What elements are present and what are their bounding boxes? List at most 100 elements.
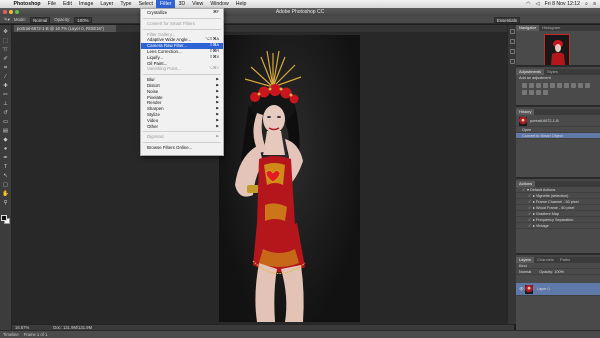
adjustments-panel: Adjustments Styles Add an adjustment (516, 69, 600, 107)
menu-item-label: Browse Filters Online... (147, 145, 193, 151)
foreground-color-swatch[interactable] (1, 215, 7, 221)
shape-tool-icon[interactable]: ▢ (2, 182, 10, 188)
menu-window[interactable]: Window (207, 0, 232, 8)
submenu-arrow-icon: ▶ (216, 123, 219, 128)
menu-item-label: Vanishing Point... (147, 66, 181, 72)
character-panel-icon[interactable] (509, 49, 515, 54)
canvas-area[interactable] (12, 32, 514, 324)
invert-icon[interactable] (529, 90, 534, 95)
hue-saturation-icon[interactable] (557, 83, 562, 88)
menu-item-label: Digimarc (147, 134, 165, 140)
tab-navigator[interactable]: Navigator (516, 25, 540, 31)
black-white-icon[interactable] (571, 83, 576, 88)
clock[interactable]: Fri 8 Nov 12:12 (545, 1, 580, 7)
color-swatches[interactable] (1, 215, 10, 225)
quick-select-tool-icon[interactable]: ✐ (2, 56, 10, 62)
history-panel: History portrait-6672-1-B Open Convert t… (516, 109, 600, 179)
visibility-eye-icon[interactable]: 👁 (519, 287, 524, 291)
hand-tool-icon[interactable]: ✋ (2, 191, 10, 197)
filter-menu-item-browse-filters-online[interactable]: Browse Filters Online... (141, 145, 223, 151)
zoom-tool-icon[interactable]: ⚲ (2, 200, 10, 206)
threshold-icon[interactable] (543, 90, 548, 95)
tool-preset-icon[interactable]: ✎▾ (4, 17, 10, 23)
lasso-tool-icon[interactable]: ➰ (2, 47, 10, 53)
history-panel-icon[interactable] (509, 29, 515, 34)
menu-layer[interactable]: Layer (97, 0, 117, 8)
paragraph-panel-icon[interactable] (509, 59, 515, 64)
dodge-tool-icon[interactable]: ● (2, 146, 10, 152)
menu-type[interactable]: Type (117, 0, 135, 8)
workspace-select[interactable]: Essentials (493, 16, 520, 23)
posterize-icon[interactable] (536, 90, 541, 95)
minimize-window-icon[interactable] (9, 10, 13, 14)
type-tool-icon[interactable]: T (2, 164, 10, 170)
eyedropper-tool-icon[interactable]: ⁄ (2, 74, 10, 80)
menu-edit[interactable]: Edit (59, 0, 75, 8)
document-tab[interactable]: portrait-6672-1-B @ 16.7% (Layer 0, RGB/… (14, 25, 116, 32)
blur-tool-icon[interactable]: ◆ (2, 137, 10, 143)
portrait-photo[interactable] (219, 35, 360, 322)
list-icon[interactable]: ≡ (593, 1, 596, 7)
tab-histogram[interactable]: Histogram (539, 25, 563, 31)
volume-icon[interactable]: ◁ (536, 1, 540, 7)
move-tool-icon[interactable]: ✥ (2, 29, 10, 35)
eraser-tool-icon[interactable]: ▭ (2, 119, 10, 125)
opacity-label: Opacity: (54, 17, 71, 22)
timeline-bar: Timeline Frame 1 of 1 (0, 330, 600, 338)
color-lookup-icon[interactable] (522, 90, 527, 95)
layers-kind-select[interactable]: Kind (519, 264, 527, 268)
timeline-label[interactable]: Timeline (3, 332, 19, 337)
menu-file[interactable]: File (44, 0, 59, 8)
photo-filter-icon[interactable] (578, 83, 583, 88)
curves-icon[interactable] (536, 83, 541, 88)
layer-name[interactable]: Layer 0 (537, 287, 550, 291)
navigator-thumbnail[interactable] (544, 34, 570, 65)
zoom-window-icon[interactable] (15, 10, 19, 14)
navigator-preview (551, 40, 565, 65)
menu-photoshop[interactable]: Photoshop (10, 0, 44, 8)
tab-paths[interactable]: Paths (557, 257, 573, 263)
channel-mixer-icon[interactable] (585, 83, 590, 88)
action-item[interactable]: ✓ ▸ Vintage (516, 223, 600, 229)
menu-item-shortcut: ⌘F (212, 10, 219, 14)
crop-tool-icon[interactable]: ⌗ (2, 65, 10, 71)
menu-view[interactable]: View (189, 0, 207, 8)
healing-tool-icon[interactable]: ✚ (2, 83, 10, 89)
opacity-field[interactable]: 100% (74, 16, 92, 23)
menu-help[interactable]: Help (232, 0, 250, 8)
levels-icon[interactable] (529, 83, 534, 88)
menu-3d[interactable]: 3D (175, 0, 189, 8)
actions-panel: Actions ✓ ▾ Default Actions ✓ ▸ Vignette (… (516, 181, 600, 255)
search-icon[interactable]: ⌕ (585, 1, 588, 8)
layers-blend-select[interactable]: Normal (519, 269, 531, 274)
menu-filter[interactable]: Filter (156, 0, 176, 8)
menu-item-label: Crystallize (147, 10, 168, 15)
history-brush-tool-icon[interactable]: ↺ (2, 110, 10, 116)
menu-select[interactable]: Select (135, 0, 156, 8)
brush-tool-icon[interactable]: ✏ (2, 92, 10, 98)
color-balance-icon[interactable] (564, 83, 569, 88)
adjustment-icons (516, 81, 600, 97)
layer-row[interactable]: 👁 Layer 0 (516, 283, 600, 296)
menu-items: Photoshop File Edit Image Layer Type Select Fil… (10, 0, 250, 8)
navigator-tabs: Navigator Histogram (516, 25, 600, 31)
pen-tool-icon[interactable]: ✒ (2, 155, 10, 161)
clone-stamp-tool-icon[interactable]: ⊥ (2, 101, 10, 107)
close-window-icon[interactable] (3, 10, 7, 14)
wifi-icon[interactable]: ◠ (526, 1, 531, 7)
action-label: Default Actions (529, 188, 556, 192)
brightness-contrast-icon[interactable] (522, 83, 527, 88)
exposure-icon[interactable] (543, 83, 548, 88)
menu-image[interactable]: Image (75, 0, 96, 8)
tab-channels[interactable]: Channels (534, 257, 557, 263)
mode-select[interactable]: Normal (30, 16, 51, 23)
gradient-tool-icon[interactable]: ▤ (2, 128, 10, 134)
app-title: Adobe Photoshop CC (275, 9, 325, 15)
history-snapshot[interactable]: portrait-6672-1-B (516, 115, 600, 127)
history-item-convert[interactable]: Convert to Smart Object (516, 133, 600, 139)
path-select-tool-icon[interactable]: ↖ (2, 173, 10, 179)
properties-panel-icon[interactable] (509, 39, 515, 44)
marquee-tool-icon[interactable]: ⬚ (2, 38, 10, 44)
layers-opacity-field[interactable]: Opacity: 100% (539, 269, 564, 274)
vibrance-icon[interactable] (550, 83, 555, 88)
